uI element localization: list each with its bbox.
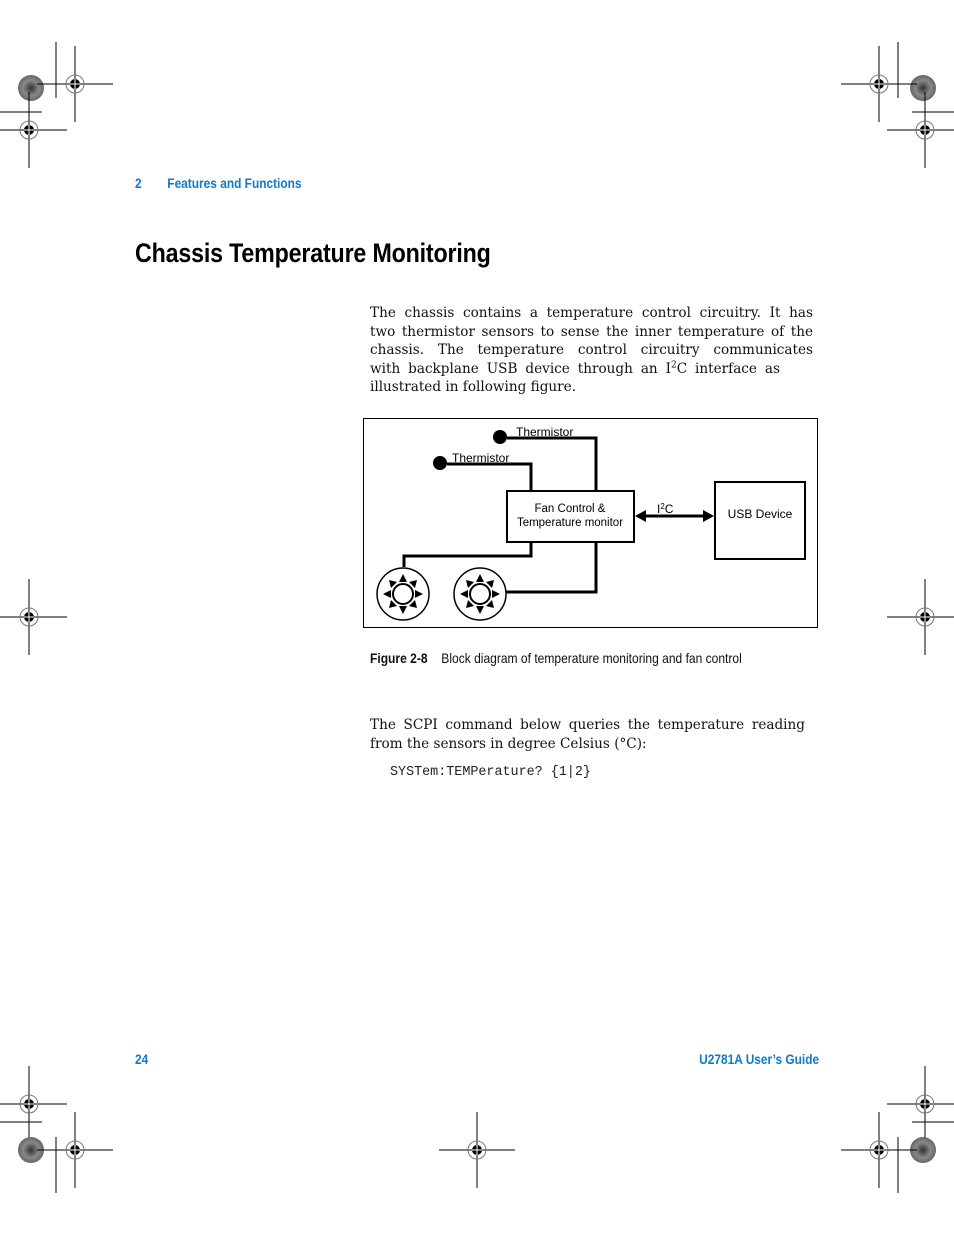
thermistor-1-label: Thermistor xyxy=(516,425,573,439)
i2c-label: I2C xyxy=(657,502,674,516)
registration-mark-bottom-center xyxy=(438,1111,516,1189)
thermistor-2-label: Thermistor xyxy=(452,451,509,465)
fan-1-wire xyxy=(402,542,533,567)
paragraph-line-text: with backplane USB device through an I xyxy=(370,360,671,377)
arrow-right-icon xyxy=(703,510,714,522)
color-target-icon xyxy=(18,75,44,101)
paragraph-line: from the sensors in degree Celsius (°C): xyxy=(370,735,647,752)
paragraph-line: chassis. The temperature control circuit… xyxy=(370,342,813,358)
thermistor-2-wire xyxy=(447,462,533,491)
registration-mark-bottom-right xyxy=(840,1065,954,1193)
block-diagram-figure: Thermistor Thermistor Fan Control & Temp… xyxy=(363,418,818,628)
figure-caption-text: Block diagram of temperature monitoring … xyxy=(441,650,742,666)
thermistor-2-icon xyxy=(433,456,447,470)
fan-control-label-line2: Temperature monitor xyxy=(517,517,623,529)
chapter-title: Features and Functions xyxy=(167,175,302,191)
registration-mark-top-right xyxy=(840,42,954,169)
running-header: 2 Features and Functions xyxy=(135,175,302,191)
fan-2-icon xyxy=(453,567,507,621)
usb-device-label: USB Device xyxy=(728,507,793,521)
paragraph-line: The chassis contains a temperature contr… xyxy=(370,305,813,321)
registration-mark-mid-left xyxy=(0,578,68,656)
section-title: Chassis Temperature Monitoring xyxy=(135,238,491,268)
scpi-paragraph: The SCPI command below queries the tempe… xyxy=(370,716,805,753)
guide-title: U2781A User’s Guide xyxy=(699,1051,819,1067)
paragraph-line-text: C interface as xyxy=(676,360,780,377)
color-target-icon xyxy=(910,75,936,101)
intro-paragraph: The chassis contains a temperature contr… xyxy=(370,304,813,397)
fan-2-wire xyxy=(505,542,598,594)
thermistor-1-icon xyxy=(493,430,507,444)
paragraph-line: illustrated in following figure. xyxy=(370,379,577,395)
fan-1-icon xyxy=(376,567,430,621)
figure-caption: Figure 2-8 Block diagram of temperature m… xyxy=(370,650,742,666)
page-number: 24 xyxy=(135,1051,149,1067)
block-diagram: Thermistor Thermistor Fan Control & Temp… xyxy=(376,425,806,621)
paragraph-line: The SCPI command below queries the tempe… xyxy=(370,717,805,733)
arrow-left-icon xyxy=(635,510,646,522)
scpi-command: SYSTem:TEMPerature? {1|2} xyxy=(390,765,591,780)
registration-mark-bottom-left xyxy=(0,1065,114,1193)
paragraph-line: with backplane USB device through an I2C… xyxy=(370,360,780,379)
registration-mark-mid-right xyxy=(886,578,954,656)
chapter-number: 2 xyxy=(135,175,142,191)
figure-number: Figure 2-8 xyxy=(370,650,428,666)
registration-mark-top-left xyxy=(0,42,114,169)
paragraph-line: two thermistor sensors to sense the inne… xyxy=(370,323,813,340)
fan-control-label-line1: Fan Control & xyxy=(535,503,606,515)
